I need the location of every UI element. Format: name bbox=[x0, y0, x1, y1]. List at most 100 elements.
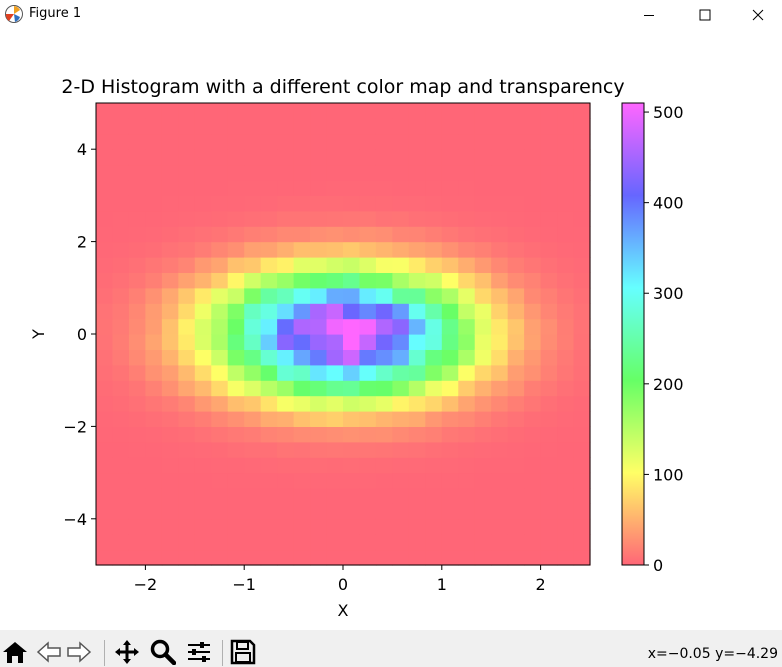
heatmap-cell bbox=[491, 426, 509, 443]
pan-icon bbox=[115, 640, 139, 664]
heatmap-cell bbox=[392, 149, 410, 166]
home-icon bbox=[3, 642, 27, 663]
heatmap-cell bbox=[408, 395, 426, 412]
maximize-button[interactable] bbox=[682, 0, 728, 30]
colorbar-tick-label: 200 bbox=[653, 375, 684, 394]
heatmap-cell bbox=[359, 164, 377, 181]
heatmap-cell bbox=[392, 210, 410, 227]
heatmap-cell bbox=[474, 441, 492, 458]
heatmap-cell bbox=[425, 411, 443, 427]
heatmap-cell bbox=[112, 441, 130, 458]
heatmap-cell bbox=[359, 272, 377, 289]
heatmap-cell bbox=[161, 457, 179, 474]
heatmap-cell bbox=[408, 133, 426, 150]
toolbar-separator bbox=[104, 640, 105, 666]
heatmap-cell bbox=[260, 534, 278, 551]
heatmap-cell bbox=[194, 133, 212, 150]
heatmap-cell bbox=[293, 272, 311, 289]
heatmap-cell bbox=[326, 395, 344, 412]
heatmap-cell bbox=[491, 149, 509, 166]
heatmap-cell bbox=[491, 411, 509, 427]
chart-title: 2-D Histogram with a different color map… bbox=[61, 76, 624, 98]
heatmap-cell bbox=[211, 534, 229, 551]
heatmap-cell bbox=[128, 395, 146, 412]
heatmap-cell bbox=[507, 118, 525, 135]
heatmap-cell bbox=[408, 488, 426, 504]
heatmap-cell bbox=[474, 164, 492, 181]
heatmap-cell bbox=[425, 149, 443, 166]
home-button[interactable] bbox=[0, 638, 30, 666]
heatmap-cell bbox=[474, 287, 492, 304]
heatmap-cell bbox=[524, 503, 542, 520]
heatmap-cell bbox=[392, 364, 410, 381]
heatmap-cell bbox=[293, 133, 311, 150]
heatmap-cell bbox=[474, 503, 492, 520]
colorbar-tick-label: 100 bbox=[653, 465, 684, 484]
heatmap-cell bbox=[408, 534, 426, 551]
heatmap-cell bbox=[260, 210, 278, 227]
heatmap-cell bbox=[375, 272, 393, 289]
heatmap-cell bbox=[211, 457, 229, 474]
heatmap-cell bbox=[458, 303, 476, 320]
heatmap-cell bbox=[227, 118, 245, 135]
back-button[interactable] bbox=[34, 638, 64, 666]
heatmap-cell bbox=[326, 287, 344, 304]
save-button[interactable] bbox=[228, 638, 258, 666]
heatmap-cell bbox=[375, 349, 393, 366]
heatmap-cell bbox=[359, 518, 377, 535]
heatmap-cell bbox=[573, 210, 591, 227]
heatmap-cell bbox=[211, 549, 229, 566]
heatmap-cell bbox=[474, 364, 492, 381]
heatmap-cell bbox=[408, 411, 426, 427]
heatmap-cell bbox=[194, 180, 212, 196]
heatmap-cell bbox=[128, 318, 146, 335]
heatmap-cell bbox=[359, 303, 377, 320]
heatmap-cell bbox=[260, 364, 278, 381]
heatmap-cell bbox=[507, 334, 525, 350]
heatmap-cell bbox=[277, 472, 295, 489]
figure-canvas[interactable]: 2-D Histogram with a different color map… bbox=[0, 30, 782, 630]
colorbar-tick-label: 0 bbox=[653, 556, 663, 575]
heatmap-cell bbox=[441, 380, 459, 397]
heatmap-cell bbox=[441, 349, 459, 366]
heatmap-cell bbox=[540, 180, 558, 196]
heatmap-cell bbox=[227, 149, 245, 166]
heatmap-cell bbox=[310, 380, 328, 397]
heatmap-cell bbox=[540, 195, 558, 212]
heatmap-cell bbox=[211, 488, 229, 504]
colorbar-tick-label: 500 bbox=[653, 103, 684, 122]
heatmap-cell bbox=[178, 395, 196, 412]
heatmap-cell bbox=[524, 349, 542, 366]
heatmap-cell bbox=[573, 457, 591, 474]
heatmap-cell bbox=[277, 549, 295, 566]
heatmap-cell bbox=[128, 549, 146, 566]
pan-button[interactable] bbox=[112, 638, 142, 666]
configure-subplots-button[interactable] bbox=[184, 638, 214, 666]
heatmap-cell bbox=[112, 364, 130, 381]
zoom-button[interactable] bbox=[148, 638, 178, 666]
close-button[interactable] bbox=[735, 0, 781, 30]
minimize-button[interactable] bbox=[626, 0, 672, 30]
heatmap-cell bbox=[277, 103, 295, 119]
heatmap-cell bbox=[524, 334, 542, 350]
heatmap-cell bbox=[161, 226, 179, 243]
heatmap-cell bbox=[557, 380, 575, 397]
heatmap-cell bbox=[441, 257, 459, 273]
heatmap-cell bbox=[293, 349, 311, 366]
heatmap-cell bbox=[573, 303, 591, 320]
heatmap-cell bbox=[260, 411, 278, 427]
forward-button[interactable] bbox=[64, 638, 94, 666]
heatmap-cell bbox=[96, 226, 114, 243]
heatmap-cell bbox=[145, 380, 163, 397]
navigation-toolbar: x=−0.05 y=−4.29 bbox=[0, 630, 782, 667]
heatmap-cell bbox=[507, 318, 525, 335]
heatmap-cell bbox=[260, 334, 278, 350]
heatmap-cell bbox=[310, 303, 328, 320]
heatmap-cell bbox=[573, 257, 591, 273]
heatmap-cell bbox=[392, 103, 410, 119]
heatmap-cell bbox=[96, 195, 114, 212]
heatmap-cell bbox=[227, 549, 245, 566]
heatmap-cell bbox=[145, 226, 163, 243]
heatmap-cell bbox=[557, 103, 575, 119]
heatmap-cell bbox=[128, 195, 146, 212]
